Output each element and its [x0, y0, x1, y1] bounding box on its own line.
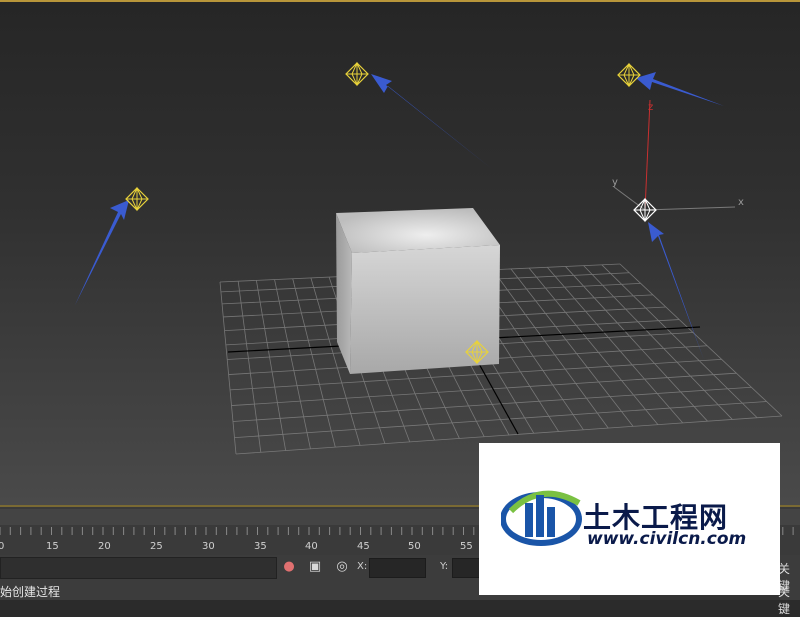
home-grid: [219, 263, 783, 455]
grid-line: [234, 401, 767, 439]
grid-line: [510, 268, 634, 427]
arrow-2: [371, 74, 492, 169]
perspective-viewport[interactable]: z x y: [0, 0, 800, 505]
x-coord-field[interactable]: [369, 558, 426, 578]
grid-line: [601, 264, 758, 419]
frame-tick-label: 25: [150, 541, 163, 552]
omni-light-1: [125, 186, 149, 212]
grid-line: [619, 263, 783, 417]
axis-label-y: y: [612, 177, 618, 188]
axis-label-x: x: [738, 197, 744, 208]
frame-tick-label: 55: [460, 541, 473, 552]
axis-label-z: z: [648, 102, 653, 113]
grid-line: [274, 279, 311, 449]
x-coord-label: X:: [357, 561, 368, 572]
omni-light-selected: [633, 197, 657, 223]
grid-line: [255, 280, 287, 451]
light-bulb-icon[interactable]: ●: [280, 558, 298, 576]
arrow-1: [75, 200, 129, 305]
set-key-label[interactable]: 关键: [778, 583, 800, 617]
frame-tick-label: 30: [202, 541, 215, 552]
grid-line: [583, 265, 733, 420]
transform-gizmo: [613, 99, 736, 211]
lock-icon[interactable]: ▣: [306, 558, 324, 576]
frame-tick-label: 15: [46, 541, 59, 552]
grid-line: [292, 278, 336, 448]
select-transform-icon[interactable]: ◎: [333, 558, 351, 576]
watermark-url: www.civilcn.com: [587, 529, 747, 549]
prompt-line: 始创建过程: [0, 585, 61, 599]
omni-light-2: [345, 61, 369, 87]
y-coord-label: Y:: [440, 561, 449, 572]
frame-tick-label: 50: [408, 541, 421, 552]
frame-tick-label: 40: [305, 541, 318, 552]
box-object: [336, 208, 500, 374]
frame-tick-label: 45: [357, 541, 370, 552]
watermark-logo: 土木工程网 www.civilcn.com: [479, 443, 780, 595]
frame-tick-label: 0: [0, 541, 5, 552]
frame-tick-label: 20: [98, 541, 111, 552]
arrow-3: [636, 72, 724, 106]
grid-line: [219, 281, 237, 455]
maxscript-listener-field[interactable]: [0, 557, 277, 579]
civilcn-logo-icon: [501, 490, 582, 546]
omni-light-3: [617, 62, 641, 88]
viewport-scene: z x y: [75, 61, 783, 455]
grid-line: [231, 372, 737, 406]
grid-line: [237, 281, 262, 453]
arrow-4: [648, 222, 704, 360]
frame-tick-label: 35: [254, 541, 267, 552]
grid-line: [232, 386, 752, 422]
